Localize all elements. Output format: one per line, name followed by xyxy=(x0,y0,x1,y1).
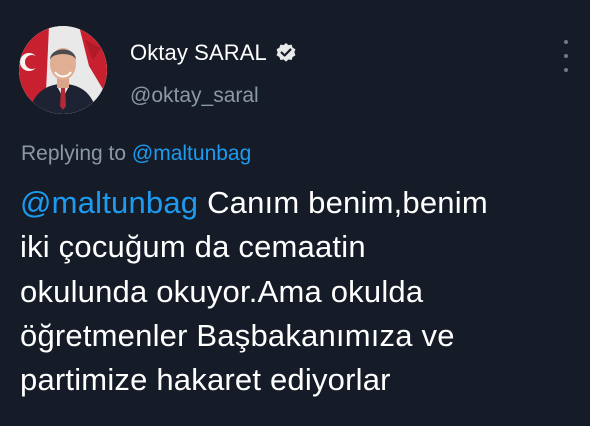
tweet-card: Oktay SARAL @oktay_saral Replying to @ma… xyxy=(0,0,590,426)
tweet-text: @maltunbag Canım benim,benim iki çocuğum… xyxy=(20,181,580,402)
replying-to-label: Replying to xyxy=(21,142,132,165)
replying-to: Replying to @maltunbag xyxy=(21,142,251,166)
avatar[interactable] xyxy=(19,26,107,114)
author-display-name[interactable]: Oktay SARAL xyxy=(130,40,267,66)
more-dot xyxy=(564,54,568,58)
verified-badge-icon xyxy=(275,42,297,64)
replying-to-mention-link[interactable]: @maltunbag xyxy=(132,142,251,165)
author-handle[interactable]: @oktay_saral xyxy=(130,84,259,108)
tweet-text-line: iki çocuğum da cemaatin xyxy=(20,229,366,265)
author-name-row[interactable]: Oktay SARAL xyxy=(130,38,297,68)
tweet-text-line: öğretmenler Başbakanımıza ve xyxy=(20,317,455,353)
more-dot xyxy=(564,68,568,72)
more-vertical-icon[interactable] xyxy=(556,40,576,72)
tweet-text-line: @maltunbag Canım benim,benim xyxy=(20,181,580,225)
tweet-text-line: partimize hakaret ediyorlar xyxy=(20,362,391,398)
more-dot xyxy=(564,40,568,44)
tweet-mention-link[interactable]: @maltunbag xyxy=(20,185,198,220)
tweet-text-segment: Canım benim,benim xyxy=(198,185,488,220)
tweet-text-line: okulunda okuyor.Ama okulda xyxy=(20,273,424,309)
